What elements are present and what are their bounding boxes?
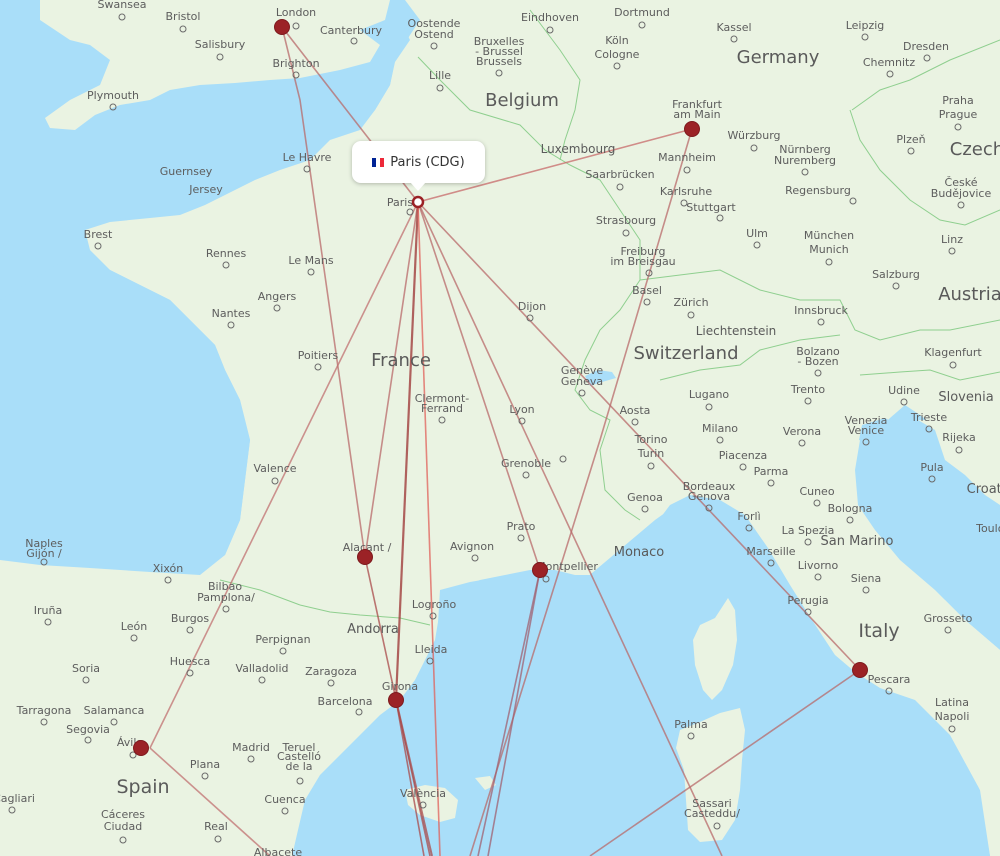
markers-layer: [133, 19, 868, 756]
destination-marker-frankfurt-am-main[interactable]: [684, 121, 700, 137]
destination-marker-barcelona[interactable]: [388, 692, 404, 708]
origin-airport-tooltip: Paris (CDG): [352, 141, 485, 191]
destination-marker-madrid[interactable]: [133, 740, 149, 756]
route-map[interactable]: Swansea Bristol London Canterbury Salisbury B…: [0, 0, 1000, 856]
destination-marker-vatican[interactable]: [852, 662, 868, 678]
origin-airport-marker[interactable]: [411, 195, 425, 209]
destination-marker-toulouse[interactable]: [357, 549, 373, 565]
destination-marker-london[interactable]: [274, 19, 290, 35]
destination-marker-marseille[interactable]: [532, 562, 548, 578]
origin-airport-name: Paris (CDG): [390, 154, 465, 170]
france-flag-icon: [372, 157, 385, 167]
flag-stripe-red: [380, 157, 385, 167]
